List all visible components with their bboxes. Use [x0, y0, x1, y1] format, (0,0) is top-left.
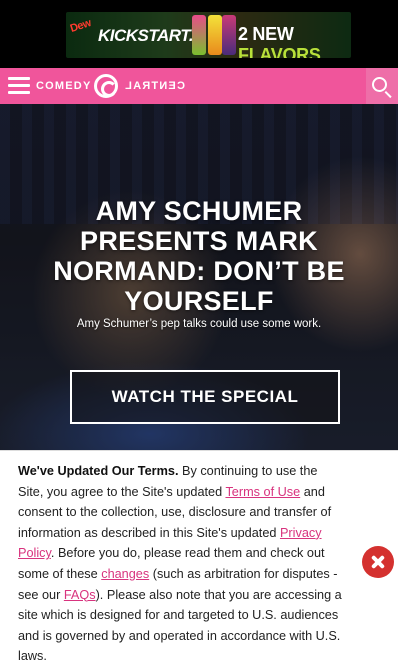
ad-flavors-text: 2 NEW FLAVORS [238, 24, 351, 58]
can-image [208, 15, 222, 55]
site-header: COMEDY CENTRAL [0, 68, 398, 104]
ad-flavors-number: 2 NEW [238, 24, 294, 44]
logo-word-left: COMEDY [36, 80, 92, 92]
search-icon [372, 77, 387, 92]
close-icon[interactable] [362, 546, 394, 578]
terms-of-use-link[interactable]: Terms of Use [225, 485, 300, 499]
terms-notice: We've Updated Our Terms. By continuing t… [0, 450, 398, 667]
can-image [192, 15, 206, 55]
changes-link[interactable]: changes [101, 567, 149, 581]
search-button[interactable] [366, 68, 398, 104]
ad-brand-name: KICKSTART. [98, 26, 194, 45]
can-image [222, 15, 236, 55]
comedy-central-logo[interactable]: COMEDY CENTRAL [36, 74, 186, 98]
hamburger-icon[interactable] [8, 77, 30, 95]
watch-special-button[interactable]: WATCH THE SPECIAL [70, 370, 340, 424]
hero-subtitle: Amy Schumer’s pep talks could use some w… [76, 318, 322, 330]
ad-brand-logo: Dew KICKSTART. [68, 17, 194, 52]
ad-creative[interactable]: Dew KICKSTART. 2 NEW FLAVORS [66, 12, 351, 58]
ad-banner[interactable]: Dew KICKSTART. 2 NEW FLAVORS [0, 0, 398, 68]
logo-word-right: CENTRAL [124, 80, 185, 92]
hero-title: AMY SCHUMER PRESENTS MARK NORMAND: DON’T… [53, 196, 345, 316]
ad-flavors-word: FLAVORS [238, 45, 321, 58]
hero-section: AMY SCHUMER PRESENTS MARK NORMAND: DON’T… [0, 104, 398, 450]
faqs-link[interactable]: FAQs [64, 588, 96, 602]
ad-brand-top: Dew [68, 17, 93, 35]
terms-heading: We've Updated Our Terms. [18, 464, 179, 478]
terms-text: We've Updated Our Terms. By continuing t… [18, 461, 346, 667]
logo-cc-icon [94, 74, 118, 98]
ad-product-cans [192, 15, 236, 55]
